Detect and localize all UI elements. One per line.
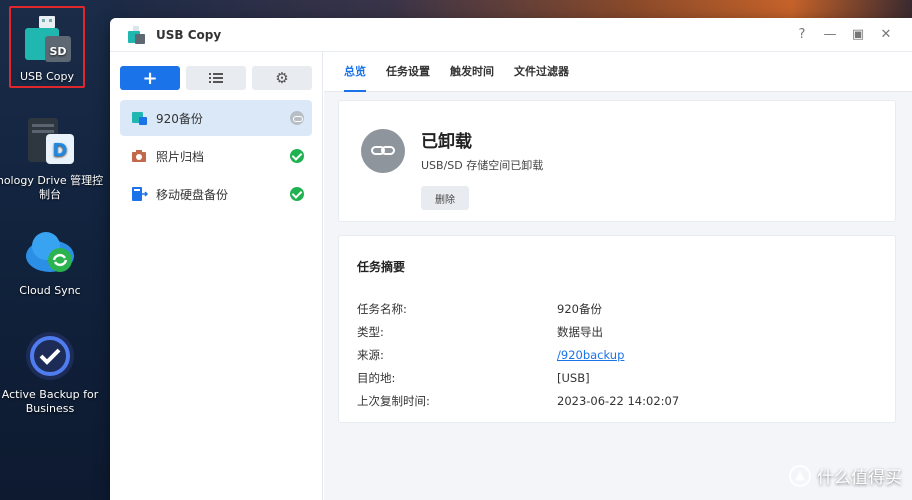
- status-title: 已卸载: [421, 132, 472, 152]
- watermark-logo-icon: [789, 464, 811, 487]
- help-button[interactable]: ?: [788, 27, 816, 42]
- desktop-icon-cloud-sync[interactable]: Cloud Sync: [0, 226, 106, 298]
- summary-value: 920备份: [557, 301, 602, 316]
- summary-row: 任务名称: 920备份: [357, 297, 877, 320]
- svg-text:SD: SD: [49, 45, 66, 58]
- delete-button[interactable]: 删除: [421, 186, 469, 210]
- wallpaper-strip: [110, 0, 912, 18]
- desktop-icon-label: Active Backup for Business: [1, 388, 99, 415]
- summary-row: 上次复制时间: 2023-06-22 14:02:07: [357, 389, 877, 412]
- summary-value: 数据导出: [557, 324, 603, 339]
- add-task-button[interactable]: +: [120, 66, 180, 90]
- window-title: USB Copy: [156, 27, 222, 42]
- summary-value: [USB]: [557, 370, 590, 385]
- source-folder-link[interactable]: /920backup: [557, 348, 624, 362]
- desktop-icon-label: USB Copy: [20, 70, 74, 83]
- status-card: 已卸载 USB/SD 存储空间已卸载 删除: [338, 100, 896, 222]
- minimize-button[interactable]: —: [816, 27, 844, 42]
- summary-key: 上次复制时间:: [357, 393, 430, 408]
- task-summary-card: 任务摘要 任务名称: 920备份 类型: 数据导出 来源: /920backup…: [338, 235, 896, 423]
- task-label: 照片归档: [156, 149, 205, 164]
- desktop-icon-active-backup[interactable]: Active Backup for Business: [0, 330, 106, 416]
- summary-key: 目的地:: [357, 370, 396, 385]
- detail-tabs: 总览 任务设置 触发时间 文件过滤器: [324, 52, 912, 92]
- tab-trigger-time[interactable]: 触发时间: [450, 52, 494, 92]
- desktop-icon-label: Cloud Sync: [19, 284, 81, 297]
- tab-file-filter[interactable]: 文件过滤器: [514, 52, 569, 92]
- window-titlebar[interactable]: USB Copy ? — ▣ ✕: [110, 18, 912, 52]
- usb-copy-window: USB Copy ? — ▣ ✕ + ⚙ 920备份 照片归档 移动硬盘备份 总…: [110, 18, 912, 500]
- summary-value: 2023-06-22 14:02:07: [557, 393, 680, 408]
- watermark-text: 什么值得买: [817, 468, 902, 488]
- task-detail-panel: 总览 任务设置 触发时间 文件过滤器 已卸载 USB/SD 存储空间已卸载 删除…: [324, 52, 912, 500]
- success-status-icon: [290, 187, 304, 201]
- summary-row: 来源: /920backup: [357, 343, 877, 366]
- desktop-icon-drive-admin[interactable]: D nology Drive 管理控制台: [0, 116, 106, 202]
- desktop-icon-usb-copy[interactable]: SD USB Copy: [9, 6, 85, 88]
- plus-icon: +: [142, 67, 158, 89]
- watermark: 什么值得买: [789, 463, 902, 488]
- usb-copy-app-icon: SD: [21, 14, 73, 64]
- external-drive-icon: [130, 186, 149, 202]
- success-status-icon: [290, 149, 304, 163]
- task-label: 920备份: [156, 111, 203, 126]
- summary-row: 类型: 数据导出: [357, 320, 877, 343]
- maximize-button[interactable]: ▣: [844, 27, 872, 42]
- task-item-external-drive-backup[interactable]: 移动硬盘备份: [120, 176, 312, 212]
- drive-admin-app-icon: D: [24, 116, 76, 168]
- summary-key: 类型:: [357, 324, 384, 339]
- status-description: USB/SD 存储空间已卸载: [421, 159, 544, 172]
- close-button[interactable]: ✕: [872, 27, 900, 42]
- log-button[interactable]: [186, 66, 246, 90]
- usb-task-icon: [130, 110, 148, 126]
- list-icon: [209, 73, 223, 83]
- desktop-icon-label: nology Drive 管理控制台: [0, 174, 104, 201]
- usb-copy-title-icon: [126, 25, 146, 45]
- active-backup-app-icon: [24, 330, 76, 382]
- task-item-920-backup[interactable]: 920备份: [120, 100, 312, 136]
- summary-key: 任务名称:: [357, 301, 407, 316]
- sidebar-toolbar: + ⚙: [120, 66, 312, 90]
- settings-button[interactable]: ⚙: [252, 66, 312, 90]
- tab-overview[interactable]: 总览: [344, 52, 366, 92]
- tab-task-settings[interactable]: 任务设置: [386, 52, 430, 92]
- gear-icon: ⚙: [275, 69, 289, 87]
- summary-key: 来源:: [357, 347, 384, 362]
- summary-title: 任务摘要: [357, 260, 406, 274]
- task-item-photo-archive[interactable]: 照片归档: [120, 138, 312, 174]
- unmounted-link-icon: [361, 129, 405, 173]
- cloud-sync-app-icon: [24, 226, 76, 278]
- unmounted-status-icon: [290, 111, 304, 125]
- task-label: 移动硬盘备份: [156, 187, 229, 202]
- svg-text:D: D: [53, 140, 68, 161]
- summary-row: 目的地: [USB]: [357, 366, 877, 389]
- camera-icon: [130, 148, 148, 164]
- task-sidebar: + ⚙ 920备份 照片归档 移动硬盘备份: [110, 52, 323, 500]
